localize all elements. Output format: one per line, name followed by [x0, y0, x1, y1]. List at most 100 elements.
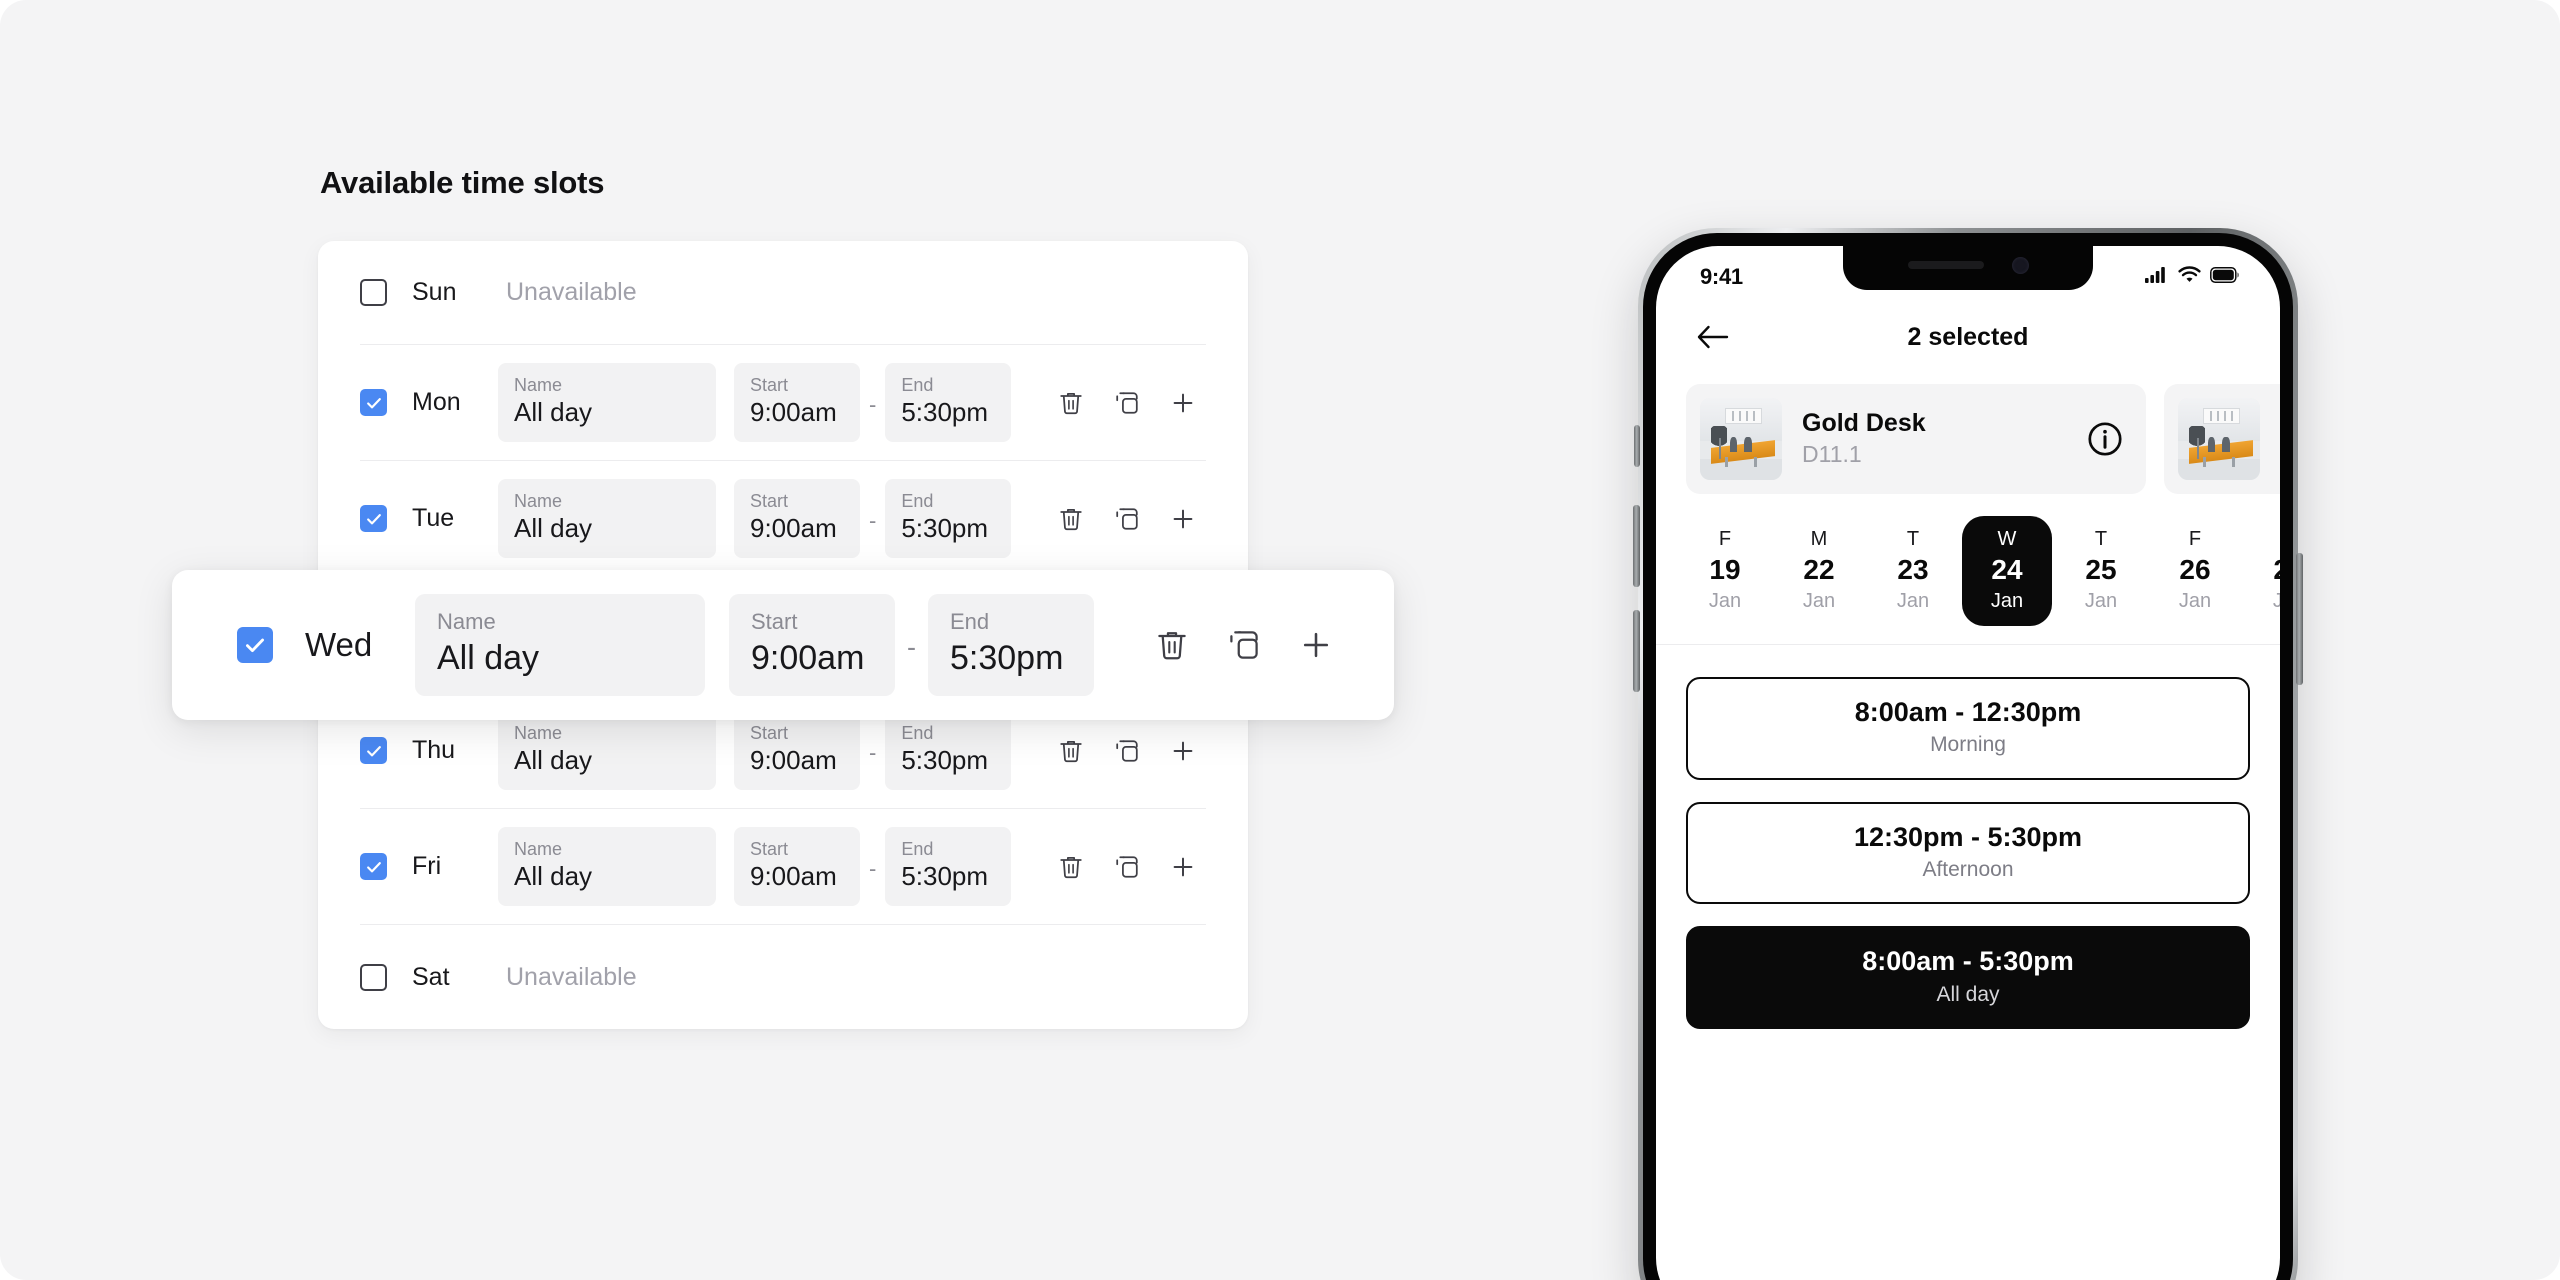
start-field-value: 9:00am: [750, 861, 837, 892]
time-slot-option-selected[interactable]: 8:00am - 5:30pm All day: [1686, 926, 2250, 1029]
date-weekday: W: [1997, 528, 2017, 550]
name-field[interactable]: Name All day: [498, 362, 716, 443]
day-row-sat: Sat Unavailable: [360, 925, 1206, 1029]
date-cell[interactable]: F 19 Jan: [1680, 516, 1770, 626]
date-cell-selected[interactable]: W 24 Jan: [1962, 516, 2052, 627]
delete-icon[interactable]: [1043, 723, 1099, 779]
time-slot-option[interactable]: 12:30pm - 5:30pm Afternoon: [1686, 801, 2250, 905]
desk-carousel[interactable]: Gold Desk D11.1: [1656, 376, 2280, 494]
day-label: Fri: [412, 852, 442, 880]
phone-power-button[interactable]: [2296, 553, 2303, 685]
start-field[interactable]: Start 9:00am: [729, 594, 895, 696]
name-field[interactable]: Name All day: [415, 594, 705, 696]
plus-icon[interactable]: [1155, 491, 1211, 547]
delete-icon[interactable]: [1043, 839, 1099, 895]
name-field[interactable]: Name All day: [498, 826, 716, 907]
start-field[interactable]: Start 9:00am: [734, 362, 860, 443]
date-day: 22: [1803, 554, 1835, 585]
date-cell[interactable]: F 26 Jan: [2150, 516, 2240, 626]
start-field-value: 9:00am: [750, 397, 837, 428]
desk-card[interactable]: [2164, 384, 2280, 494]
plus-icon[interactable]: [1280, 609, 1352, 681]
end-field[interactable]: End 5:30pm: [885, 826, 1012, 907]
start-field-label: Start: [751, 609, 798, 635]
wed-row-elevated[interactable]: Wed Name All day Start 9:00am - End 5:30pm: [172, 570, 1394, 720]
date-month: Jan: [2272, 590, 2280, 613]
name-field-label: Name: [437, 609, 496, 635]
plus-icon[interactable]: [1155, 375, 1211, 431]
name-field-value: All day: [514, 745, 593, 776]
delete-icon[interactable]: [1043, 491, 1099, 547]
end-field-value: 5:30pm: [901, 861, 989, 892]
day-row-sun: Sun Unavailable: [360, 241, 1206, 345]
phone-silent-switch[interactable]: [1634, 425, 1640, 467]
time-slot-option[interactable]: 8:00am - 12:30pm Morning: [1686, 677, 2250, 780]
end-field-label: End: [901, 490, 934, 511]
date-strip[interactable]: F19JanM22JanT23JanW24JanT25JanF26JanM29J…: [1656, 494, 2280, 644]
phone-frame: 9:41 2 selected Gold Desk D11.1 F 19 Jan…: [1633, 228, 2303, 1280]
end-field[interactable]: End 5:30pm: [885, 710, 1012, 791]
plus-icon[interactable]: [1155, 723, 1211, 779]
desk-name: Gold Desk: [1802, 409, 1926, 438]
wifi-icon: [2178, 266, 2201, 288]
desk-thumbnail: [2178, 398, 2260, 480]
day-checkbox-tue[interactable]: [360, 505, 387, 532]
name-field-value: All day: [514, 513, 593, 544]
end-field-label: End: [901, 722, 934, 743]
day-row-fri: Fri Name All day Start 9:00am - End 5:30pm: [360, 809, 1206, 925]
date-cell[interactable]: T 25 Jan: [2056, 516, 2146, 626]
duplicate-icon[interactable]: [1099, 839, 1155, 895]
cellular-signal-icon: [2145, 266, 2169, 288]
phone-mockup: 9:41 2 selected Gold Desk D11.1 F 19 Jan…: [1633, 228, 2303, 1280]
date-cell[interactable]: M29 Jan: [2244, 516, 2280, 626]
name-field[interactable]: Name All day: [498, 710, 716, 791]
end-field-value: 5:30pm: [901, 745, 989, 776]
name-field-value: All day: [437, 638, 540, 677]
row-actions: [1136, 609, 1352, 681]
date-month: Jan: [1990, 590, 2024, 613]
end-field[interactable]: End 5:30pm: [885, 478, 1012, 559]
name-field[interactable]: Name All day: [498, 478, 716, 559]
name-field-label: Name: [514, 490, 563, 511]
day-checkbox-sun[interactable]: [360, 279, 387, 306]
duplicate-icon[interactable]: [1099, 723, 1155, 779]
status-icons: [2145, 266, 2240, 288]
range-separator: -: [869, 739, 877, 765]
start-field[interactable]: Start 9:00am: [734, 826, 860, 907]
plus-icon[interactable]: [1155, 839, 1211, 895]
time-slot-range: 8:00am - 12:30pm: [1854, 697, 2082, 728]
row-actions: [1043, 723, 1211, 779]
day-checkbox-fri[interactable]: [360, 853, 387, 880]
day-checkbox-sat[interactable]: [360, 963, 387, 991]
status-bar: 9:41: [1656, 246, 2280, 298]
day-checkbox-thu[interactable]: [360, 737, 387, 764]
end-field[interactable]: End 5:30pm: [885, 362, 1012, 443]
day-checkbox-wed[interactable]: [237, 627, 273, 663]
page-root: Available time slots Sun Unavailable Mon Na…: [0, 0, 2560, 1280]
start-field[interactable]: Start 9:00am: [734, 478, 860, 559]
date-cell[interactable]: T 23 Jan: [1868, 516, 1958, 626]
info-circle-icon[interactable]: [2084, 418, 2126, 460]
desk-card[interactable]: Gold Desk D11.1: [1686, 384, 2146, 494]
delete-icon[interactable]: [1043, 375, 1099, 431]
end-field[interactable]: End 5:30pm: [928, 594, 1094, 696]
day-row-tue: Tue Name All day Start 9:00am - End 5:30pm: [360, 461, 1206, 577]
duplicate-icon[interactable]: [1099, 491, 1155, 547]
date-day: 19: [1709, 554, 1741, 585]
battery-icon: [2210, 266, 2240, 288]
phone-volume-down-button[interactable]: [1633, 610, 1640, 692]
date-cell[interactable]: M 22 Jan: [1774, 516, 1864, 626]
start-field[interactable]: Start 9:00am: [734, 710, 860, 791]
phone-volume-up-button[interactable]: [1633, 505, 1640, 587]
name-field-label: Name: [514, 838, 563, 859]
date-day: 24: [1991, 554, 2023, 585]
start-field-value: 9:00am: [751, 638, 865, 677]
range-separator: -: [869, 855, 877, 881]
delete-icon[interactable]: [1136, 609, 1208, 681]
date-month: Jan: [1708, 590, 1742, 613]
start-field-label: Start: [750, 374, 789, 395]
duplicate-icon[interactable]: [1208, 609, 1280, 681]
duplicate-icon[interactable]: [1099, 375, 1155, 431]
arrow-left-icon[interactable]: [1690, 314, 1736, 360]
day-checkbox-mon[interactable]: [360, 389, 387, 416]
